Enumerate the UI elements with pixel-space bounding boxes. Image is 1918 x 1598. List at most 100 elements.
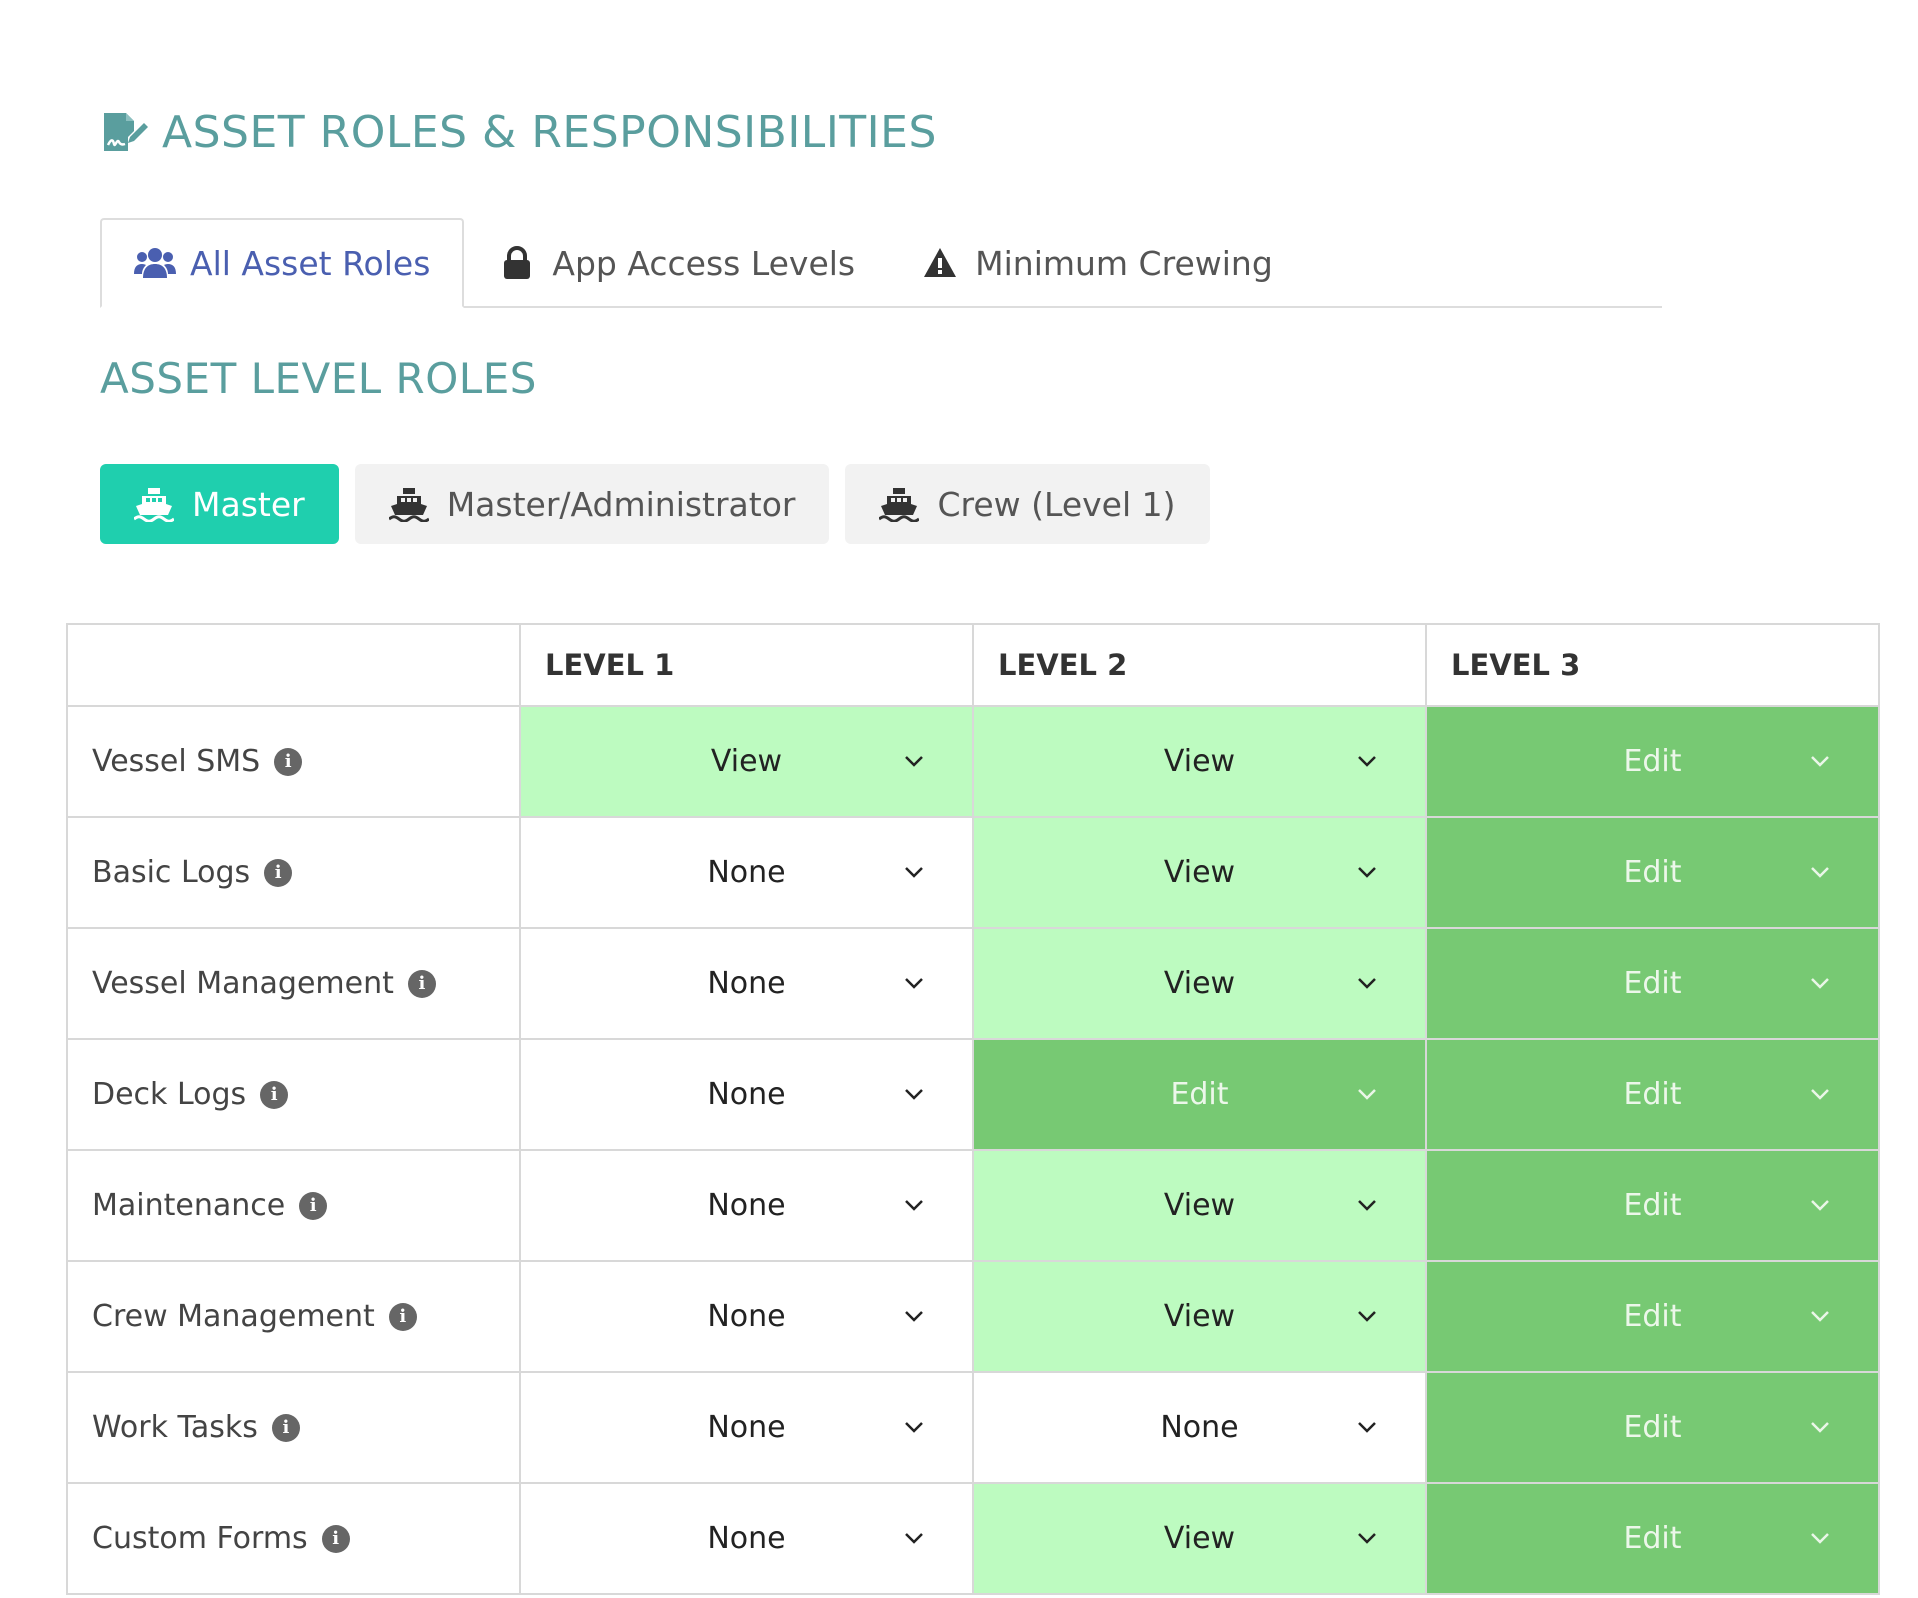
permission-cell: Edit	[1425, 705, 1880, 818]
permission-value: None	[1160, 1410, 1239, 1445]
chevron-down-icon	[905, 1088, 923, 1100]
row-label-wrap: Crew Management i	[92, 1299, 518, 1334]
permission-select[interactable]: View	[521, 707, 972, 816]
page-title: ASSET ROLES & RESPONSIBILITIES	[100, 104, 937, 160]
permission-select[interactable]: View	[974, 1151, 1425, 1260]
permission-value: Edit	[1623, 855, 1682, 890]
permission-select[interactable]: Edit	[1427, 1262, 1878, 1371]
permission-select[interactable]: None	[521, 1151, 972, 1260]
table-row: Crew Management i None View Edit	[66, 1260, 1880, 1373]
permission-cell: None	[519, 1038, 974, 1151]
chevron-down-icon	[905, 1199, 923, 1211]
row-label-wrap: Deck Logs i	[92, 1077, 518, 1112]
ship-icon	[388, 486, 429, 522]
chevron-down-icon	[905, 866, 923, 878]
table-body: Vessel SMS i View View Edit Basic Logs i None Vi…	[66, 705, 1880, 1595]
permission-select[interactable]: None	[521, 1040, 972, 1149]
row-label: Basic Logs	[92, 855, 251, 890]
row-label: Vessel SMS	[92, 744, 261, 779]
chevron-down-icon	[1811, 755, 1829, 767]
info-icon[interactable]: i	[407, 969, 436, 998]
permission-select[interactable]: None	[521, 1484, 972, 1593]
chevron-down-icon	[1358, 1199, 1376, 1211]
permission-value: View	[1163, 1299, 1236, 1334]
permission-select[interactable]: Edit	[974, 1040, 1425, 1149]
permission-value: View	[1163, 855, 1236, 890]
chevron-down-icon	[1358, 1310, 1376, 1322]
row-label: Crew Management	[92, 1299, 375, 1334]
role-button-master-administrator[interactable]: Master/Administrator	[354, 464, 830, 544]
permission-select[interactable]: View	[974, 1484, 1425, 1593]
permission-value: Edit	[1623, 1077, 1682, 1112]
column-header-level-2: LEVEL 2	[972, 623, 1427, 707]
permission-value: Edit	[1623, 1188, 1682, 1223]
row-label-wrap: Custom Forms i	[92, 1521, 518, 1556]
permission-select[interactable]: Edit	[1427, 1151, 1878, 1260]
chevron-down-icon	[905, 1532, 923, 1544]
info-icon[interactable]: i	[260, 1080, 289, 1109]
tab-minimum-crewing[interactable]: Minimum Crewing	[887, 220, 1305, 306]
row-label-wrap: Vessel Management i	[92, 966, 518, 1001]
chevron-down-icon	[1811, 1199, 1829, 1211]
permission-value: None	[707, 1188, 786, 1223]
tab-app-access-levels[interactable]: App Access Levels	[464, 220, 887, 306]
permission-cell: View	[972, 1482, 1427, 1595]
permission-select[interactable]: None	[521, 929, 972, 1038]
tab-label: App Access Levels	[552, 243, 856, 283]
row-label-cell: Work Tasks i	[66, 1371, 521, 1484]
permission-cell: Edit	[1425, 1260, 1880, 1373]
permission-value: View	[1163, 1521, 1236, 1556]
permission-value: View	[1163, 1188, 1236, 1223]
permission-select[interactable]: Edit	[1427, 929, 1878, 1038]
info-icon[interactable]: i	[299, 1191, 328, 1220]
permission-select[interactable]: View	[974, 707, 1425, 816]
permission-value: None	[707, 966, 786, 1001]
chevron-down-icon	[1811, 866, 1829, 878]
permission-value: None	[707, 1410, 786, 1445]
permission-select[interactable]: None	[521, 818, 972, 927]
tab-label: All Asset Roles	[190, 243, 431, 283]
permission-select[interactable]: View	[974, 1262, 1425, 1371]
permission-select[interactable]: Edit	[1427, 818, 1878, 927]
permission-select[interactable]: Edit	[1427, 1373, 1878, 1482]
info-icon[interactable]: i	[388, 1302, 417, 1331]
chevron-down-icon	[1811, 1532, 1829, 1544]
permission-select[interactable]: None	[521, 1373, 972, 1482]
permission-select[interactable]: Edit	[1427, 1484, 1878, 1593]
permission-select[interactable]: Edit	[1427, 1040, 1878, 1149]
chevron-down-icon	[1358, 1088, 1376, 1100]
chevron-down-icon	[905, 755, 923, 767]
permission-select[interactable]: None	[974, 1373, 1425, 1482]
table-row: Vessel SMS i View View Edit	[66, 705, 1880, 818]
permission-cell: None	[519, 1482, 974, 1595]
permission-cell: View	[972, 705, 1427, 818]
permission-select[interactable]: None	[521, 1262, 972, 1371]
role-button-crew-level-1[interactable]: Crew (Level 1)	[845, 464, 1210, 544]
info-icon[interactable]: i	[264, 858, 293, 887]
row-label: Custom Forms	[92, 1521, 308, 1556]
tab-all-asset-roles[interactable]: All Asset Roles	[100, 218, 465, 308]
info-icon[interactable]: i	[321, 1524, 350, 1553]
section-title: ASSET LEVEL ROLES	[100, 354, 537, 403]
row-label-cell: Basic Logs i	[66, 816, 521, 929]
permission-select[interactable]: Edit	[1427, 707, 1878, 816]
role-button-master[interactable]: Master	[100, 464, 339, 544]
permission-cell: None	[519, 1260, 974, 1373]
warning-icon	[919, 245, 961, 281]
permission-cell: Edit	[1425, 1149, 1880, 1262]
users-icon	[134, 245, 176, 281]
permission-cell: None	[519, 1149, 974, 1262]
table-row: Maintenance i None View Edit	[66, 1149, 1880, 1262]
row-label-cell: Vessel SMS i	[66, 705, 521, 818]
info-icon[interactable]: i	[274, 747, 303, 776]
chevron-down-icon	[1811, 1310, 1829, 1322]
permission-select[interactable]: View	[974, 818, 1425, 927]
row-label-cell: Maintenance i	[66, 1149, 521, 1262]
column-header-empty	[66, 623, 521, 707]
chevron-down-icon	[1358, 977, 1376, 989]
permission-select[interactable]: View	[974, 929, 1425, 1038]
permission-cell: None	[519, 1371, 974, 1484]
row-label: Work Tasks	[92, 1410, 258, 1445]
info-icon[interactable]: i	[271, 1413, 300, 1442]
permission-value: None	[707, 1077, 786, 1112]
